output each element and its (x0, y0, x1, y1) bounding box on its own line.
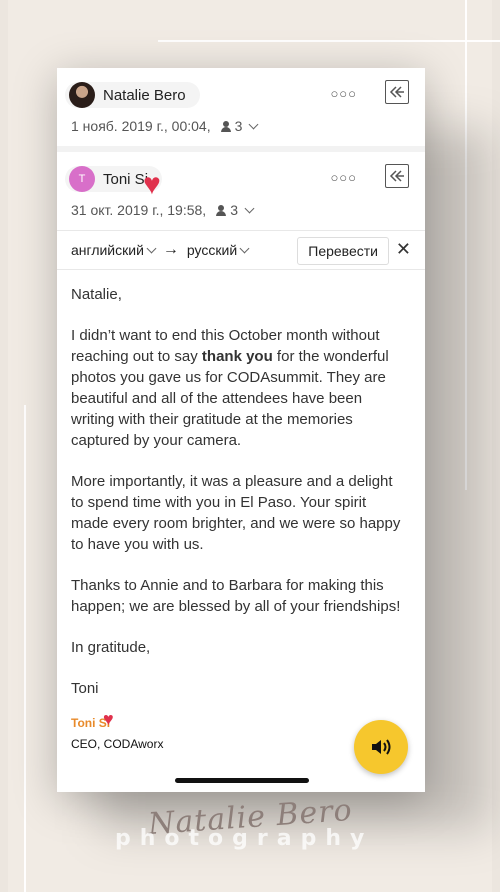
speaker-icon (372, 739, 391, 755)
paragraph: I didn’t want to end this October month … (71, 327, 389, 449)
chevron-down-icon (239, 243, 250, 253)
chevron-down-icon[interactable] (244, 203, 255, 213)
source-language: английский (71, 242, 144, 258)
email-screenshot-card: Natalie Bero ○○○ 1 нояб. 2019 г., 00:04,… (57, 68, 425, 792)
chevron-down-icon (146, 243, 157, 253)
message-date: 1 нояб. 2019 г., 00:04, (71, 118, 211, 134)
watermark-subtitle: photography (115, 826, 374, 851)
person-icon (220, 120, 231, 132)
heart-icon: ♥ (103, 709, 114, 729)
sender-chip[interactable]: Natalie Bero (65, 82, 200, 108)
paragraph: Thanks to Annie and to Barbara for makin… (71, 577, 401, 615)
chevron-down-icon[interactable] (248, 119, 259, 129)
heart-icon: ♥ (143, 168, 161, 201)
reply-all-icon[interactable] (385, 80, 409, 104)
target-language-select[interactable]: русский (186, 242, 250, 258)
avatar (69, 82, 95, 108)
greeting: Natalie, (71, 286, 122, 303)
arrow-right-icon: → (162, 241, 179, 258)
close-icon[interactable]: ✕ (396, 239, 411, 260)
decorative-line (24, 405, 26, 892)
message-meta: 31 окт. 2019 г., 19:58, 3 (71, 202, 255, 218)
more-dots-icon[interactable]: ○○○ (330, 86, 357, 101)
closing: In gratitude, (71, 639, 151, 656)
message-date: 31 окт. 2019 г., 19:58, (71, 202, 207, 218)
target-language: русский (186, 242, 238, 258)
sender-name: Toni Si (103, 170, 149, 188)
recipient-count: 3 (234, 118, 243, 134)
message-meta: 1 нояб. 2019 г., 00:04, 3 (71, 118, 259, 134)
sender-name: Natalie Bero (103, 86, 186, 104)
recipient-count: 3 (230, 202, 238, 218)
more-dots-icon[interactable]: ○○○ (330, 170, 357, 185)
message-header-collapsed[interactable]: Natalie Bero ○○○ 1 нояб. 2019 г., 00:04,… (57, 68, 425, 152)
translate-bar: английский → русский Перевести ✕ (57, 230, 425, 270)
reply-all-icon[interactable] (385, 164, 409, 188)
email-body: Natalie, I didn’t want to end this Octob… (57, 270, 425, 755)
paragraph: More importantly, it was a pleasure and … (71, 473, 401, 553)
source-language-select[interactable]: английский (71, 242, 157, 258)
home-indicator (175, 778, 309, 783)
avatar: T (69, 166, 95, 192)
person-icon (216, 204, 227, 216)
signature-name: Toni Si ♥ (71, 709, 114, 730)
decorative-line (158, 40, 500, 42)
translate-button[interactable]: Перевести (297, 237, 389, 265)
signoff-name: Toni (71, 680, 99, 697)
message-header-expanded[interactable]: T Toni Si ♥ ○○○ 31 окт. 2019 г., 19:58, … (57, 152, 425, 230)
speaker-button[interactable] (354, 720, 408, 774)
